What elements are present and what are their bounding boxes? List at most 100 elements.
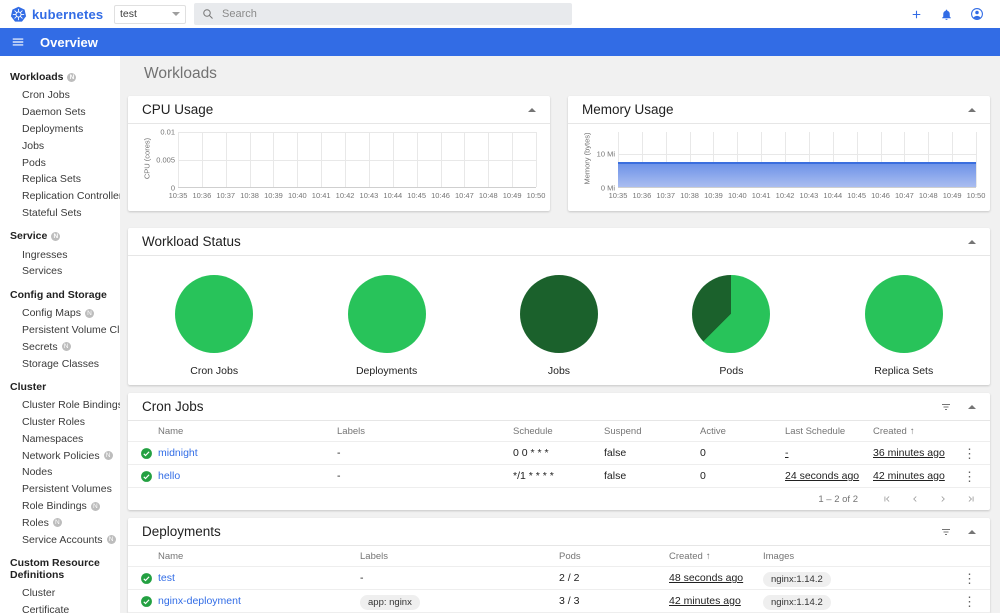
bell-icon [940, 8, 953, 21]
col-header-created[interactable]: Created ↑ [873, 426, 958, 437]
deployments-filter-button[interactable] [940, 526, 952, 538]
chevron-up-icon [968, 107, 976, 112]
sort-ascending-icon: ↑ [909, 425, 915, 437]
sidebar-section-custom-resource-definitions[interactable]: Custom Resource Definitions [0, 552, 120, 585]
deployments-collapse-button[interactable] [968, 529, 976, 534]
previous-page-button[interactable] [910, 494, 920, 504]
workload-status-pies: Cron Jobs Deployments Jobs Pods Replica Sets [128, 256, 990, 377]
status-ok-icon [140, 572, 158, 585]
x-tick-label: 10:45 [847, 191, 867, 200]
namespace-value: test [120, 8, 137, 20]
x-tick-label: 10:47 [895, 191, 914, 200]
sidebar-item-daemon-sets[interactable]: Daemon Sets [0, 104, 120, 121]
x-tick-label: 10:46 [871, 191, 890, 200]
sidebar-item-stateful-sets[interactable]: Stateful Sets [0, 204, 120, 221]
sidebar-item-services[interactable]: Services [0, 263, 120, 280]
label-chip: app: nginx [360, 595, 420, 610]
labels-cell: - [337, 470, 341, 482]
sidebar-item-persistent-volumes[interactable]: Persistent Volumes [0, 481, 120, 498]
x-tick-label: 10:43 [799, 191, 819, 200]
sidebar-item-cluster[interactable]: Cluster [0, 585, 120, 602]
workload-status-collapse-button[interactable] [968, 239, 976, 244]
search-input[interactable] [222, 8, 564, 20]
cron-jobs-pagination: 1 – 2 of 2 [128, 488, 990, 510]
image-chip: nginx:1.14.2 [763, 572, 831, 587]
sidebar-section-workloads[interactable]: Workloads N [0, 66, 120, 87]
namespaced-badge: N [84, 308, 94, 318]
col-header-last-schedule[interactable]: Last Schedule [785, 426, 873, 437]
sidebar-item-nodes[interactable]: Nodes [0, 464, 120, 481]
x-tick-label: 10:43 [359, 191, 379, 200]
pie-chart-pods [692, 275, 771, 353]
pie-label-replica-sets: Replica Sets [874, 365, 934, 377]
sidebar-section-config-and-storage[interactable]: Config and Storage [0, 284, 120, 305]
sidebar-item-role-bindings[interactable]: Role Bindings N [0, 498, 120, 515]
col-header-name[interactable]: Name [158, 551, 360, 562]
col-header-images[interactable]: Images [763, 551, 958, 562]
cron-job-link[interactable]: hello [158, 470, 337, 482]
account-button[interactable] [968, 5, 986, 23]
col-header-suspend[interactable]: Suspend [604, 426, 700, 437]
row-menu-button[interactable]: ⋮ [961, 470, 978, 483]
kubernetes-logo[interactable]: kubernetes [10, 6, 112, 23]
sidebar-item-ingresses[interactable]: Ingresses [0, 246, 120, 263]
created-cell: 36 minutes ago [873, 447, 945, 459]
gridline [618, 154, 976, 155]
sidebar-section-service[interactable]: Service N [0, 225, 120, 246]
sidebar-item-secrets[interactable]: Secrets N [0, 338, 120, 355]
sidebar-item-pods[interactable]: Pods [0, 154, 120, 171]
last-schedule-cell: - [785, 447, 789, 459]
deployment-link[interactable]: nginx-deployment [158, 595, 360, 607]
header-actions [908, 5, 986, 23]
sidebar-item-cluster-roles[interactable]: Cluster Roles [0, 414, 120, 431]
col-header-labels[interactable]: Labels [337, 426, 513, 437]
cron-jobs-filter-button[interactable] [940, 401, 952, 413]
sidebar-item-cron-jobs[interactable]: Cron Jobs [0, 87, 120, 104]
sidebar-item-roles[interactable]: Roles N [0, 514, 120, 531]
x-tick-label: 10:48 [918, 191, 938, 200]
pie-block-jobs: Jobs [519, 275, 598, 377]
memory-collapse-button[interactable] [968, 107, 976, 112]
x-tick-label: 10:35 [608, 191, 628, 200]
col-header-name[interactable]: Name [158, 426, 337, 437]
deployments-table-header: Name Labels Pods Created ↑ Images [128, 546, 990, 567]
namespace-selector[interactable]: test [114, 4, 186, 24]
created-cell: 42 minutes ago [669, 595, 741, 607]
deployment-link[interactable]: test [158, 572, 360, 584]
cron-job-link[interactable]: midnight [158, 447, 337, 459]
menu-button[interactable] [9, 33, 27, 51]
row-menu-button[interactable]: ⋮ [961, 572, 978, 585]
sidebar-item-certificate[interactable]: Certificate [0, 602, 120, 613]
sidebar-item-deployments[interactable]: Deployments [0, 121, 120, 138]
next-page-button[interactable] [938, 494, 948, 504]
sidebar-item-namespaces[interactable]: Namespaces [0, 431, 120, 448]
sidebar-item-replica-sets[interactable]: Replica Sets [0, 171, 120, 188]
row-menu-button[interactable]: ⋮ [961, 595, 978, 608]
col-header-pods[interactable]: Pods [559, 551, 669, 562]
sidebar-item-service-accounts[interactable]: Service Accounts N [0, 531, 120, 548]
cpu-card-title: CPU Usage [142, 102, 214, 117]
sidebar-item-cluster-role-bindings[interactable]: Cluster Role Bindings [0, 397, 120, 414]
col-header-labels[interactable]: Labels [360, 551, 559, 562]
sidebar-item-jobs[interactable]: Jobs [0, 137, 120, 154]
add-resource-button[interactable] [908, 6, 925, 23]
col-header-active[interactable]: Active [700, 426, 785, 437]
cron-jobs-collapse-button[interactable] [968, 404, 976, 409]
brand-text: kubernetes [32, 6, 104, 22]
row-menu-button[interactable]: ⋮ [961, 447, 978, 460]
cpu-collapse-button[interactable] [528, 107, 536, 112]
sidebar-item-config-maps[interactable]: Config Maps N [0, 305, 120, 322]
namespaced-badge: N [103, 451, 113, 461]
sidebar-item-replication-controllers[interactable]: Replication Controllers [0, 188, 120, 205]
first-page-button[interactable] [882, 494, 892, 504]
col-header-created[interactable]: Created ↑ [669, 551, 763, 562]
col-header-schedule[interactable]: Schedule [513, 426, 604, 437]
sidebar-item-network-policies[interactable]: Network Policies N [0, 447, 120, 464]
gridline [976, 132, 977, 187]
y-tick-label: 10 Mi [596, 149, 615, 159]
sidebar-item-persistent-volume-claims[interactable]: Persistent Volume ClaimsN [0, 322, 120, 339]
notifications-button[interactable] [938, 6, 955, 23]
sidebar-item-storage-classes[interactable]: Storage Classes [0, 355, 120, 372]
last-page-button[interactable] [966, 494, 976, 504]
sidebar-section-cluster[interactable]: Cluster [0, 376, 120, 397]
